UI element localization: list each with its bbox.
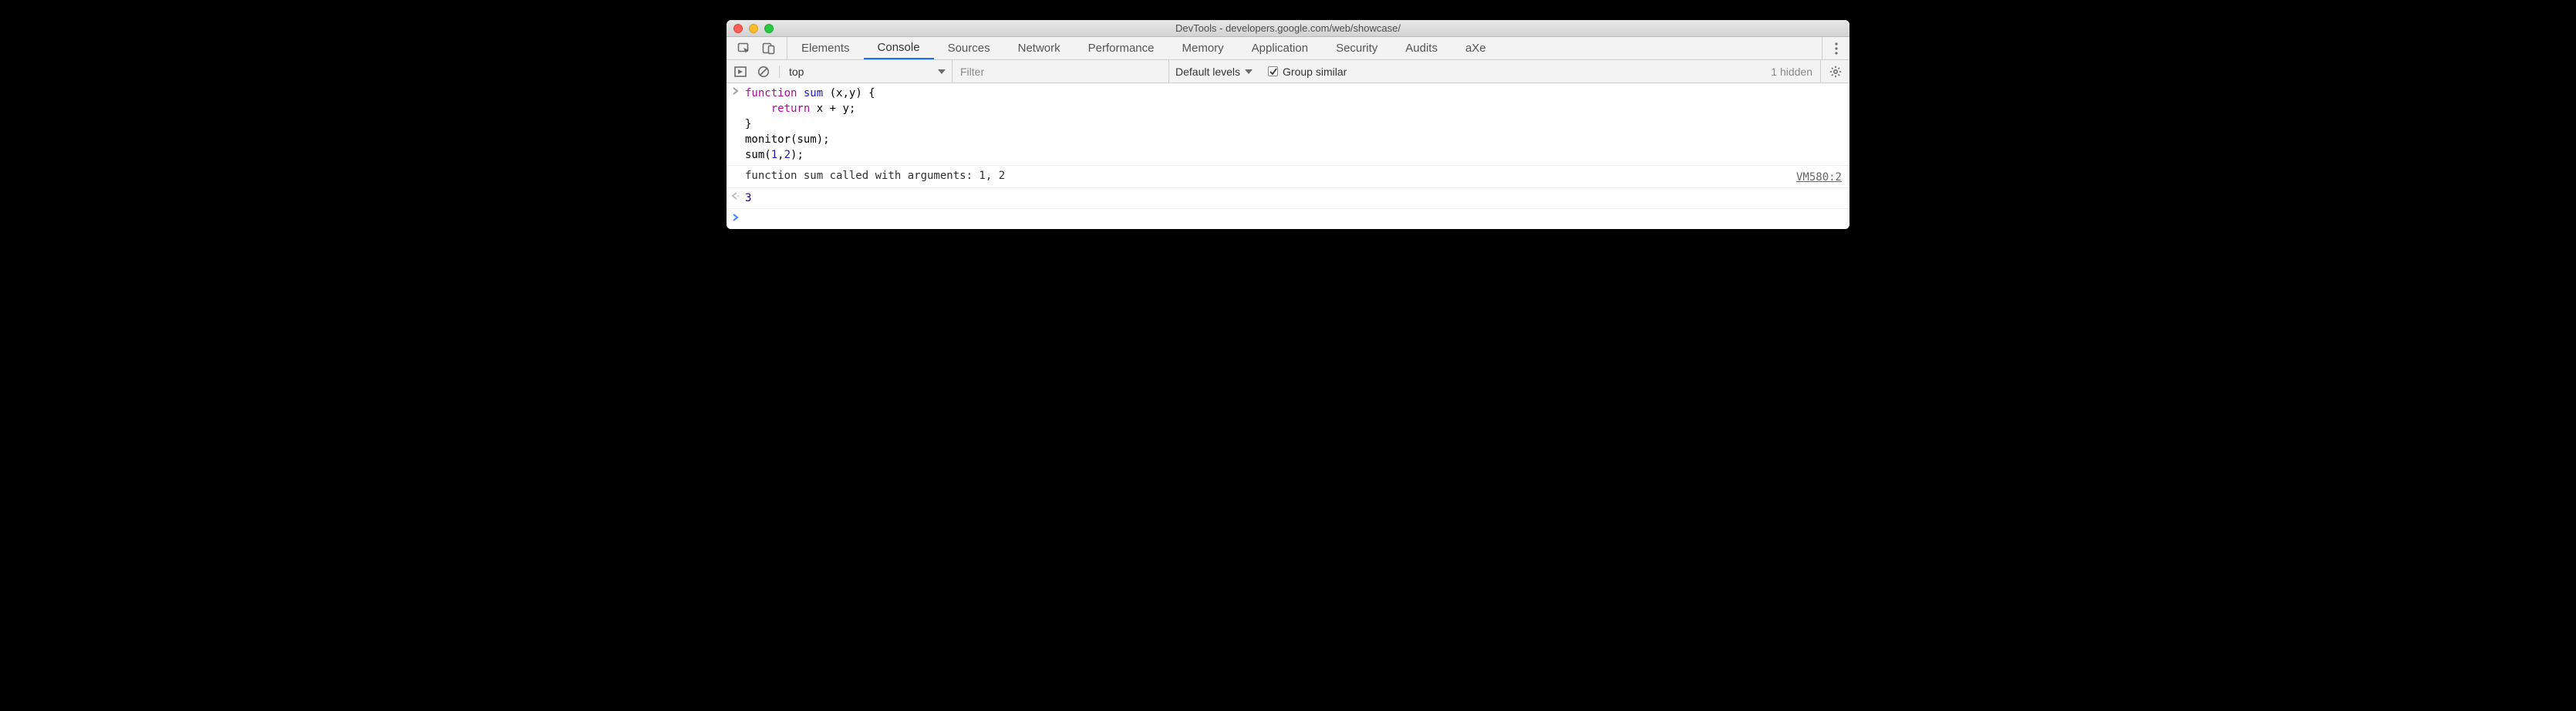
more-menu[interactable] bbox=[1822, 37, 1849, 59]
tab-sources[interactable]: Sources bbox=[934, 37, 1004, 59]
context-value: top bbox=[789, 66, 804, 78]
tab-label: Sources bbox=[948, 42, 990, 55]
console-log-row: function sum called with arguments: 1, 2… bbox=[727, 166, 1849, 188]
device-toolbar-icon[interactable] bbox=[762, 42, 776, 56]
filter-input[interactable] bbox=[953, 60, 1168, 83]
inspect-tools bbox=[727, 37, 787, 59]
group-label: Group similar bbox=[1283, 66, 1347, 78]
context-selector[interactable]: top bbox=[783, 60, 953, 83]
window-controls bbox=[727, 24, 774, 33]
tab-label: Elements bbox=[801, 42, 850, 55]
console-input-empty[interactable] bbox=[727, 209, 1849, 229]
tab-audits[interactable]: Audits bbox=[1391, 37, 1452, 59]
titlebar: DevTools - developers.google.com/web/sho… bbox=[727, 20, 1849, 37]
tab-label: Audits bbox=[1405, 42, 1438, 55]
close-window-button[interactable] bbox=[733, 24, 743, 33]
tab-label: Application bbox=[1252, 42, 1308, 55]
tab-label: Memory bbox=[1182, 42, 1224, 55]
log-message: function sum called with arguments: 1, 2 bbox=[745, 168, 1796, 185]
tab-application[interactable]: Application bbox=[1238, 37, 1322, 59]
tab-memory[interactable]: Memory bbox=[1168, 37, 1238, 59]
window-title: DevTools - developers.google.com/web/sho… bbox=[727, 22, 1849, 34]
tab-performance[interactable]: Performance bbox=[1074, 37, 1168, 59]
group-similar-toggle[interactable]: Group similar bbox=[1259, 60, 1356, 83]
panel-tabs: Elements Console Sources Network Perform… bbox=[787, 37, 1500, 59]
devtools-window: DevTools - developers.google.com/web/sho… bbox=[727, 20, 1849, 229]
chevron-down-icon bbox=[1245, 69, 1253, 74]
zoom-window-button[interactable] bbox=[764, 24, 774, 33]
tab-console[interactable]: Console bbox=[864, 37, 934, 59]
chevron-down-icon bbox=[938, 69, 946, 74]
log-gutter bbox=[727, 168, 745, 185]
input-prompt-icon bbox=[727, 212, 745, 221]
tab-label: Console bbox=[878, 41, 920, 54]
source-link[interactable]: VM580:2 bbox=[1796, 168, 1849, 185]
tab-axe[interactable]: aXe bbox=[1452, 37, 1500, 59]
tab-label: Performance bbox=[1088, 42, 1155, 55]
console-settings[interactable] bbox=[1820, 60, 1849, 83]
hidden-count[interactable]: 1 hidden bbox=[1771, 66, 1820, 78]
minimize-window-button[interactable] bbox=[749, 24, 758, 33]
levels-label: Default levels bbox=[1175, 66, 1240, 78]
inspect-element-icon[interactable] bbox=[737, 42, 751, 56]
console-input-row[interactable]: function sum (x,y) { return x + y; } mon… bbox=[727, 83, 1849, 166]
clear-console-icon[interactable] bbox=[757, 66, 770, 78]
input-prompt-icon bbox=[727, 86, 745, 163]
panel-tabbar: Elements Console Sources Network Perform… bbox=[727, 37, 1849, 60]
log-levels-selector[interactable]: Default levels bbox=[1168, 60, 1259, 83]
console-result-row: 3 bbox=[727, 188, 1849, 209]
gear-icon bbox=[1829, 66, 1842, 78]
tab-security[interactable]: Security bbox=[1322, 37, 1391, 59]
tab-network[interactable]: Network bbox=[1004, 37, 1074, 59]
tab-label: aXe bbox=[1465, 42, 1486, 55]
tab-label: Network bbox=[1018, 42, 1060, 55]
input-code: function sum (x,y) { return x + y; } mon… bbox=[745, 86, 1849, 163]
result-value: 3 bbox=[745, 190, 1849, 206]
console-output: function sum (x,y) { return x + y; } mon… bbox=[727, 83, 1849, 229]
checkbox-checked-icon bbox=[1268, 66, 1278, 76]
kebab-icon bbox=[1835, 42, 1838, 55]
toggle-drawer-icon[interactable] bbox=[734, 66, 747, 77]
tab-label: Security bbox=[1336, 42, 1377, 55]
output-prompt-icon bbox=[727, 190, 745, 206]
tab-elements[interactable]: Elements bbox=[787, 37, 864, 59]
console-toolbar: top Default levels Group similar 1 hidde… bbox=[727, 60, 1849, 83]
